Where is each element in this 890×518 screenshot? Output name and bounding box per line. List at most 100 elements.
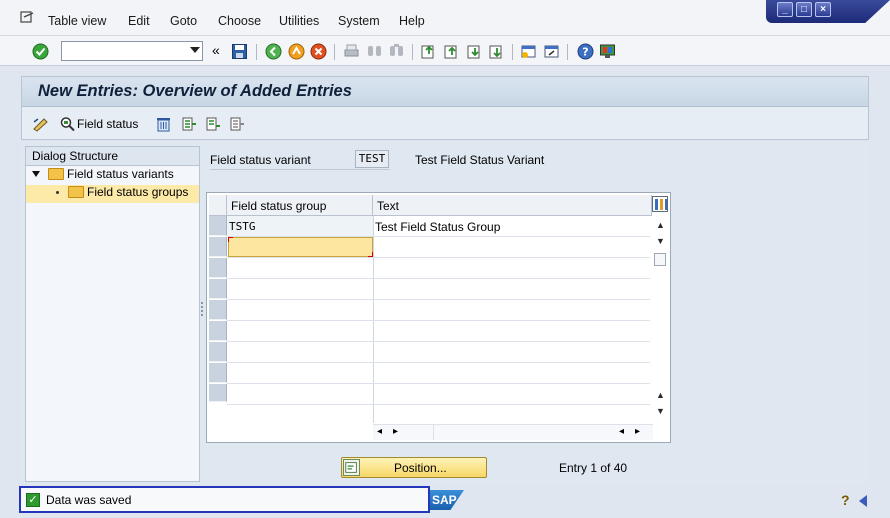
chevron-down-icon[interactable] [190, 47, 200, 53]
row-divider [227, 362, 650, 363]
row-divider [227, 299, 650, 300]
delete-icon[interactable] [155, 116, 172, 132]
scroll-thumb[interactable] [654, 253, 666, 266]
cancel-icon[interactable] [310, 43, 327, 60]
minimize-icon[interactable]: _ [777, 2, 793, 17]
menu-help[interactable]: Help [399, 14, 425, 28]
menu-goto[interactable]: Goto [170, 14, 197, 28]
shortcut-icon[interactable] [543, 43, 560, 60]
row-selector[interactable] [209, 258, 227, 278]
exit-icon[interactable] [288, 43, 305, 60]
row-selector[interactable] [209, 384, 227, 402]
expand-triangle-icon[interactable] [32, 171, 40, 177]
tree-item-field-status-variants[interactable]: Field status variants [32, 167, 174, 185]
print-icon[interactable] [343, 43, 360, 60]
column-header-text[interactable]: Text [373, 195, 652, 216]
scroll-down-small-icon[interactable]: ▼ [656, 236, 665, 246]
row-selector[interactable] [209, 237, 227, 257]
row-divider [227, 341, 650, 342]
tree-item-label: Field status groups [87, 185, 189, 199]
select-all-icon[interactable] [180, 116, 197, 132]
new-session-icon[interactable] [520, 43, 537, 60]
dialog-structure-header: Dialog Structure [26, 147, 199, 166]
back-icon[interactable] [265, 43, 282, 60]
toolbar-separator [412, 44, 413, 60]
folder-open-icon [68, 186, 84, 198]
command-field[interactable] [61, 41, 203, 61]
toolbar-separator [567, 44, 568, 60]
status-collapse-icon[interactable] [859, 495, 867, 507]
title-bar: New Entries: Overview of Added Entries [22, 77, 868, 107]
maximize-icon[interactable]: □ [796, 2, 812, 17]
row-selector[interactable] [209, 279, 227, 299]
toolbar-separator [512, 44, 513, 60]
row-selector[interactable] [209, 216, 227, 236]
menu-choose[interactable]: Choose [218, 14, 261, 28]
row-divider [227, 404, 650, 405]
vertical-scrollbar[interactable]: ▲ ▼ ▲ ▼ [652, 216, 668, 423]
horizontal-scrollbar-right[interactable]: ◂ ▸ [613, 424, 653, 440]
last-page-icon[interactable] [488, 43, 505, 60]
deselect-all-icon[interactable] [228, 116, 245, 132]
active-input-cell[interactable] [228, 237, 373, 257]
scroll-up-bottom-icon[interactable]: ▲ [656, 390, 665, 400]
menu-system[interactable]: System [338, 14, 380, 28]
menu-table-view[interactable]: Table view [48, 14, 106, 28]
customize-layout-icon[interactable] [599, 43, 616, 60]
enter-icon[interactable] [32, 43, 49, 60]
previous-page-icon[interactable] [443, 43, 460, 60]
position-button[interactable]: Position... [341, 457, 487, 478]
row-selector[interactable] [209, 321, 227, 341]
row-divider [227, 320, 650, 321]
position-button-label: Position... [394, 461, 447, 475]
scroll-right-icon[interactable]: ▸ [635, 426, 640, 437]
find-icon[interactable] [366, 43, 383, 60]
help-question-icon[interactable]: ? [841, 492, 850, 508]
title-panel: New Entries: Overview of Added Entries F… [21, 76, 869, 140]
horizontal-scroll-track[interactable] [433, 424, 613, 440]
scroll-left-icon[interactable]: ◂ [619, 426, 624, 437]
panel-splitter[interactable] [200, 300, 204, 320]
menu-edit[interactable]: Edit [128, 14, 150, 28]
menu-icon[interactable] [20, 11, 34, 23]
next-page-icon[interactable] [466, 43, 483, 60]
table-settings-icon[interactable] [652, 196, 668, 212]
field-status-variant-value: TEST [355, 150, 389, 168]
column-header-field-status-group[interactable]: Field status group [227, 195, 373, 216]
display-change-icon[interactable] [32, 116, 49, 132]
scroll-up-icon[interactable]: ▲ [656, 220, 665, 230]
page-title: New Entries: Overview of Added Entries [38, 82, 352, 100]
scroll-down-icon[interactable]: ▼ [656, 406, 665, 416]
svg-text:?: ? [582, 46, 588, 59]
tree-item-field-status-groups[interactable]: Field status groups [26, 185, 199, 203]
close-icon[interactable]: × [815, 2, 831, 17]
row-selector[interactable] [209, 342, 227, 362]
field-underline [210, 169, 390, 170]
field-status-button-label[interactable]: Field status [77, 117, 138, 131]
first-page-icon[interactable] [420, 43, 437, 60]
menu-bar: Table view Edit Goto Choose Utilities Sy… [0, 0, 890, 36]
toolbar-separator [334, 44, 335, 60]
row-selector[interactable] [209, 300, 227, 320]
select-block-icon[interactable] [204, 116, 221, 132]
position-icon [343, 459, 360, 476]
scroll-left-icon[interactable]: ◂ [377, 426, 382, 437]
row-divider [227, 278, 650, 279]
field-status-icon[interactable] [59, 116, 76, 132]
row-divider [227, 383, 650, 384]
status-message-box[interactable]: ✓ Data was saved [19, 486, 430, 513]
menu-utilities[interactable]: Utilities [279, 14, 319, 28]
success-check-icon: ✓ [26, 493, 40, 507]
save-icon[interactable] [231, 43, 248, 60]
table-cell-field-status-group[interactable]: TSTG [229, 220, 256, 233]
scroll-right-icon[interactable]: ▸ [393, 426, 398, 437]
row-selector[interactable] [209, 363, 227, 383]
help-icon[interactable]: ? [577, 43, 594, 60]
find-next-icon[interactable] [388, 43, 405, 60]
horizontal-scrollbar-left[interactable]: ◂ ▸ [373, 424, 433, 440]
dialog-structure-panel: Dialog Structure Field status variants F… [25, 146, 200, 482]
table-cell-text[interactable]: Test Field Status Group [375, 220, 500, 234]
back-arrows-icon[interactable]: « [212, 42, 220, 58]
row-selector-column [209, 195, 227, 423]
folder-icon [48, 168, 64, 180]
